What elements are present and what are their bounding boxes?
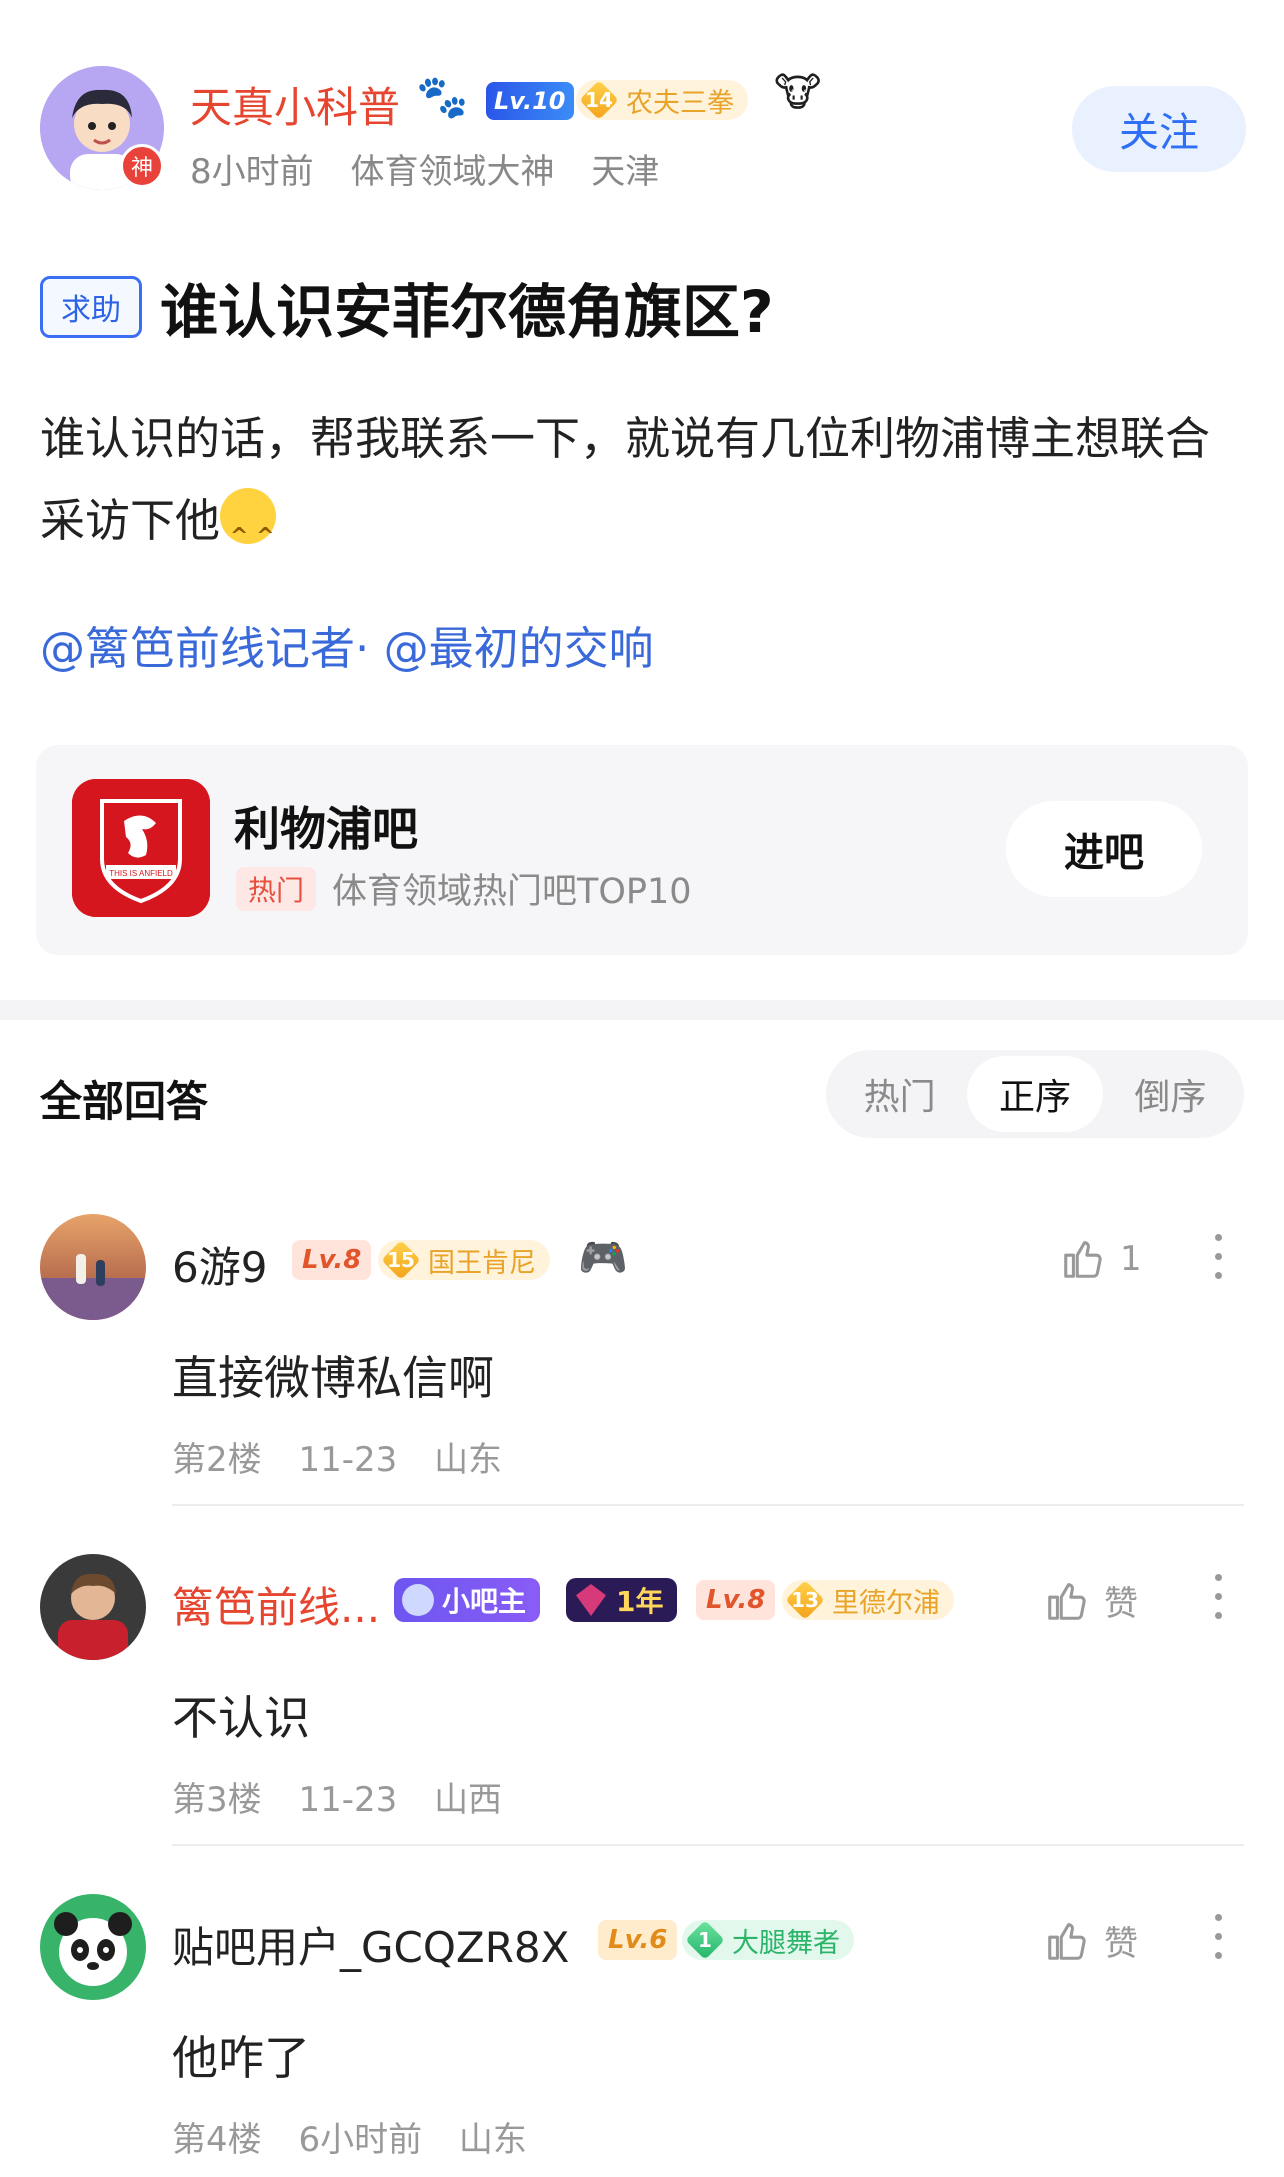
forum-card[interactable]: THIS IS ANFIELD 利物浦吧 热门 体育领域热门吧TOP10 进吧 — [36, 745, 1248, 955]
follow-button[interactable]: 关注 — [1072, 86, 1246, 172]
reply-meta: 第3楼 11-23 山西 — [172, 1772, 528, 1821]
author-meta: 8小时前 体育领域大神 天津 — [190, 144, 685, 193]
author-avatar[interactable]: 神 — [40, 66, 164, 194]
reply-location: 山东 — [458, 2120, 527, 2160]
reply-avatar[interactable] — [40, 1894, 146, 2000]
like-label: 赞 — [1104, 1584, 1138, 1624]
like-label: 赞 — [1104, 1924, 1138, 1964]
liverbird-crest-icon: THIS IS ANFIELD — [72, 779, 210, 917]
post-title-row: 求助 谁认识安菲尔德角旗区? — [40, 272, 774, 346]
author-location: 天津 — [591, 152, 660, 192]
sort-tab-ascending[interactable]: 正序 — [967, 1056, 1103, 1132]
divider — [172, 1504, 1244, 1506]
honor-title: 大腿舞者 — [732, 1927, 840, 1959]
reply-meta: 第4楼 6小时前 山东 — [172, 2112, 553, 2161]
level-badge: Lv.8 — [696, 1580, 776, 1620]
reply-meta: 第2楼 11-23 山东 — [172, 1432, 528, 1481]
level-badge: Lv.10 — [486, 82, 574, 120]
reply-location: 山东 — [434, 1440, 503, 1480]
year-badge: 1年 — [566, 1578, 678, 1622]
divider — [172, 1844, 1244, 1846]
reply-avatar[interactable] — [40, 1554, 146, 1660]
sort-tab-hot[interactable]: 热门 — [832, 1056, 967, 1132]
honor-badge: 1 大腿舞者 — [682, 1920, 854, 1960]
reply-username[interactable]: 篱笆前线... — [172, 1574, 380, 1635]
diamond-rank-icon: 13 — [786, 1582, 824, 1618]
honor-title: 农夫三拳 — [626, 87, 734, 119]
reply-location: 山西 — [434, 1780, 503, 1820]
sort-tab-descending[interactable]: 倒序 — [1103, 1056, 1238, 1132]
reply-text: 直接微博私信啊 — [172, 1351, 494, 1405]
anime-scene-avatar-icon — [40, 1214, 146, 1320]
hot-tag: 热门 — [236, 867, 317, 911]
diamond-rank-icon: 1 — [686, 1922, 724, 1958]
floor-number: 第4楼 — [172, 2120, 262, 2160]
post-mentions[interactable]: @篱笆前线记者· @最初的交响 — [40, 612, 654, 677]
section-divider — [0, 1000, 1284, 1020]
author-name[interactable]: 天真小科普 — [190, 74, 400, 135]
honor-title: 里德尔浦 — [832, 1587, 940, 1619]
like-button[interactable]: 赞 — [1044, 1916, 1138, 1965]
reply-date: 11-23 — [298, 1780, 398, 1820]
author-title: 体育领域大神 — [350, 152, 555, 192]
forum-name: 利物浦吧 — [234, 802, 418, 856]
forum-logo: THIS IS ANFIELD — [72, 779, 210, 917]
honor-badge: 15 国王肯尼 — [378, 1240, 550, 1280]
more-options-icon[interactable] — [1208, 1574, 1228, 1634]
crest-text: THIS IS ANFIELD — [109, 869, 173, 878]
forum-description: 体育领域热门吧TOP10 — [332, 872, 692, 912]
god-badge: 神 — [120, 144, 164, 188]
photo-avatar-icon — [40, 1554, 146, 1660]
floor-number: 第3楼 — [172, 1780, 262, 1820]
thumbs-up-icon — [1048, 1922, 1086, 1960]
answers-title: 全部回答 — [40, 1077, 209, 1126]
honor-title: 国王肯尼 — [428, 1247, 536, 1279]
ox-icon: 🐮 — [774, 70, 822, 116]
reply-username[interactable]: 贴吧用户_GCQZR8X — [172, 1914, 569, 1975]
reply-item: 6游9 Lv.8 15 国王肯尼 🎮 1 直接微博私信啊 第2楼 11-23 山… — [0, 1214, 1284, 1534]
post-body-text: 谁认识的话，帮我联系一下，就说有几位利物浦博主想联合采访下他 — [40, 412, 1211, 547]
post-time: 8小时前 — [190, 152, 314, 192]
like-button[interactable]: 1 — [1060, 1236, 1142, 1282]
moderator-badge: 小吧主 — [394, 1578, 541, 1622]
reply-date: 6小时前 — [298, 2120, 423, 2160]
panda-avatar-icon — [40, 1894, 146, 2000]
more-options-icon[interactable] — [1208, 1914, 1228, 1974]
reply-text: 不认识 — [172, 1691, 310, 1745]
sort-tabs: 热门 正序 倒序 — [826, 1050, 1244, 1138]
reply-username[interactable]: 6游9 — [172, 1234, 267, 1295]
enter-forum-button[interactable]: 进吧 — [1006, 801, 1202, 897]
more-options-icon[interactable] — [1208, 1234, 1228, 1294]
honor-badge: 14 农夫三拳 — [576, 80, 748, 120]
post-title: 谁认识安菲尔德角旗区? — [160, 278, 774, 346]
help-tag: 求助 — [40, 276, 142, 338]
diamond-rank-icon: 15 — [382, 1242, 420, 1278]
paw-icon: 🐾 — [416, 72, 469, 121]
reply-item: 篱笆前线... 小吧主 1年 Lv.8 13 里德尔浦 赞 不认识 第3楼 11… — [0, 1554, 1284, 1874]
post-author-header: 神 天真小科普 🐾 Lv.10 14 农夫三拳 🐮 8小时前 体育领域大神 天津… — [40, 66, 1246, 196]
floor-number: 第2楼 — [172, 1440, 262, 1480]
level-badge: Lv.6 — [598, 1920, 678, 1960]
thumbs-up-icon — [1048, 1582, 1086, 1620]
reply-avatar[interactable] — [40, 1214, 146, 1320]
reply-item: 贴吧用户_GCQZR8X Lv.6 1 大腿舞者 赞 他咋了 第4楼 6小时前 … — [0, 1894, 1284, 2177]
like-count: 1 — [1120, 1239, 1142, 1279]
like-button[interactable]: 赞 — [1044, 1576, 1138, 1625]
post-body: 谁认识的话，帮我联系一下，就说有几位利物浦博主想联合采访下他 — [40, 398, 1250, 578]
level-badge: Lv.8 — [292, 1240, 372, 1280]
reply-date: 11-23 — [298, 1440, 398, 1480]
thumbs-up-icon — [1064, 1241, 1102, 1278]
reply-text: 他咋了 — [172, 2031, 310, 2085]
honor-badge: 13 里德尔浦 — [782, 1580, 954, 1620]
smile-emoji-icon — [220, 488, 277, 578]
gamepad-icon: 🎮 — [578, 1235, 628, 1281]
diamond-rank-icon: 14 — [580, 82, 618, 118]
